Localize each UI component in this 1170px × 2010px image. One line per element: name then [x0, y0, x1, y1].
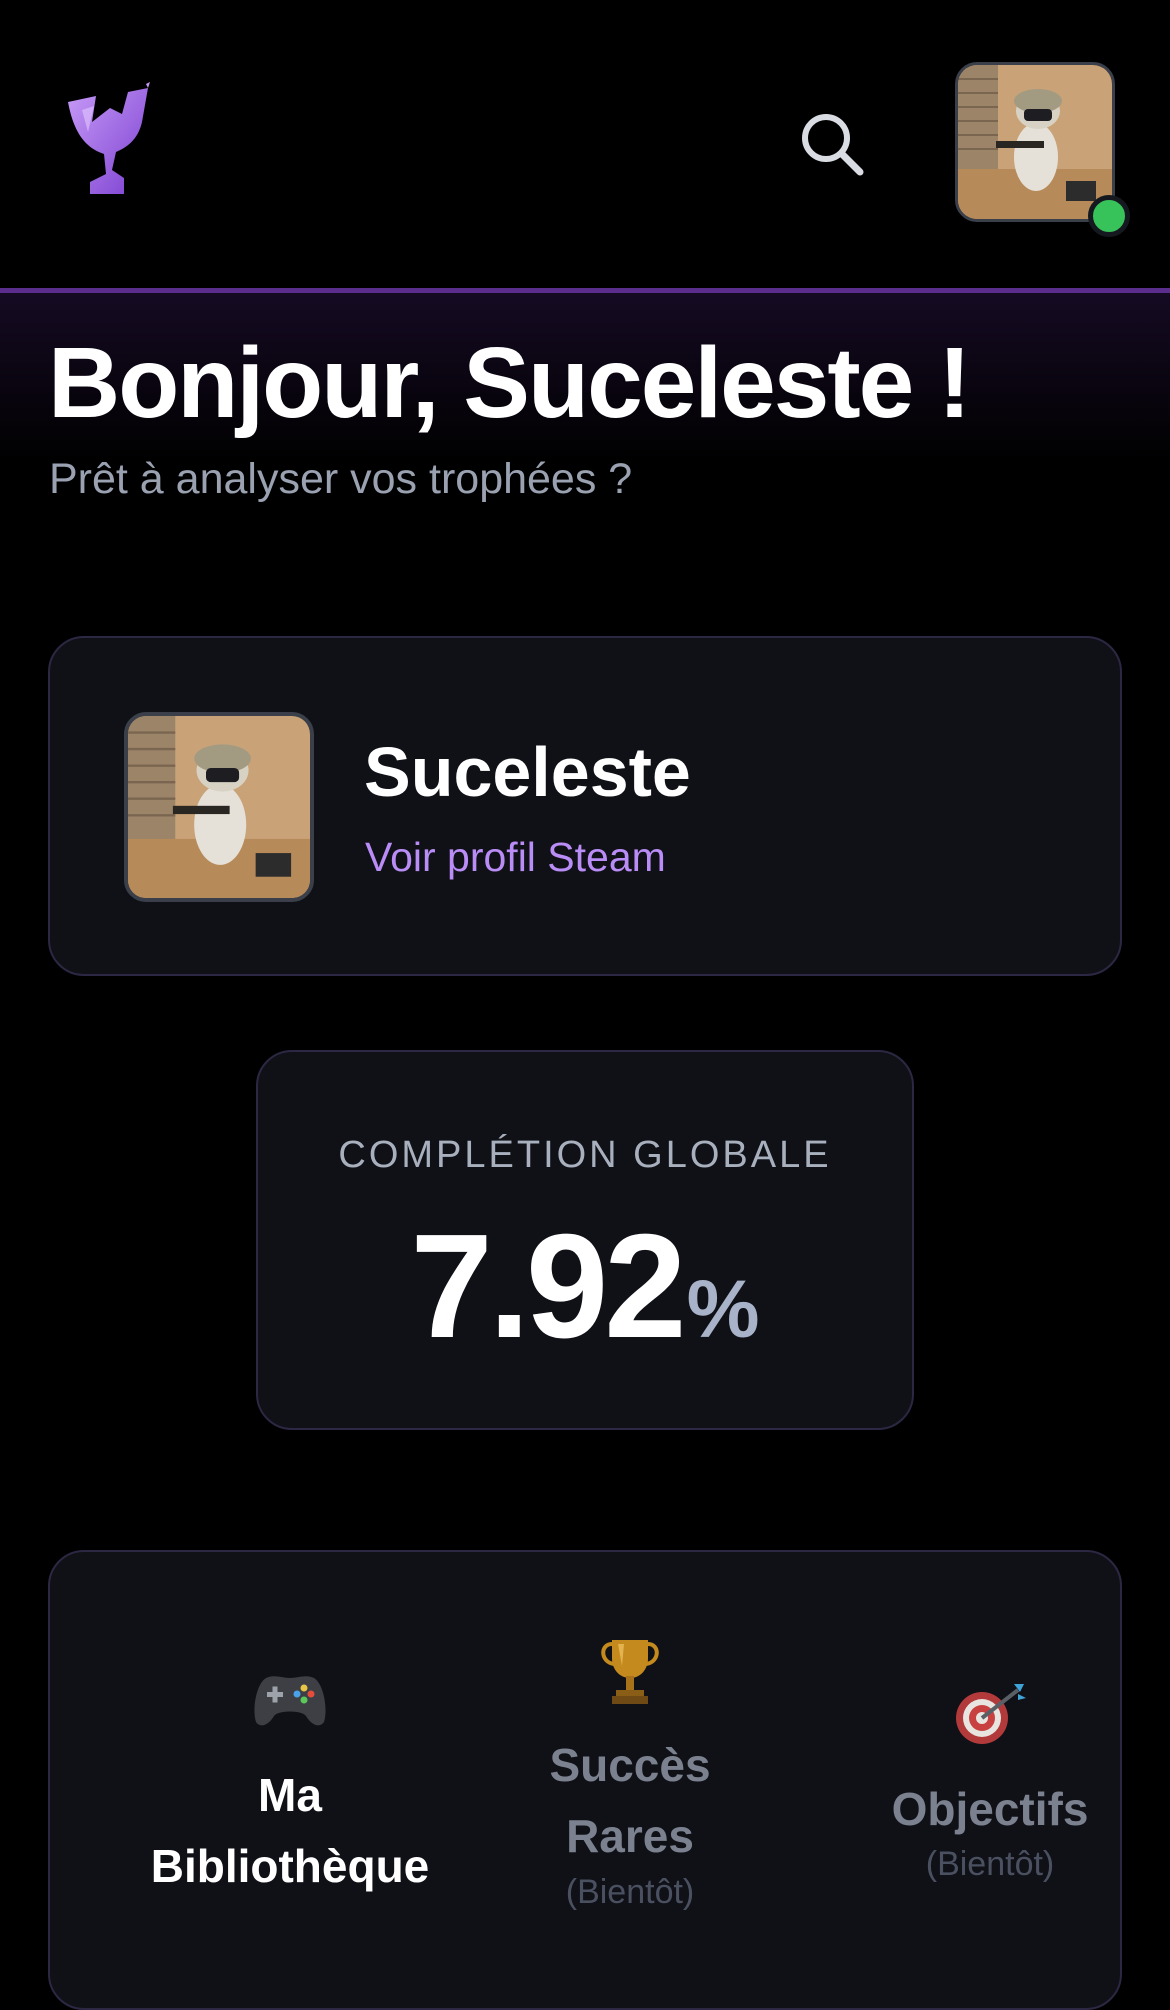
completion-label: COMPLÉTION GLOBALE: [338, 1134, 832, 1176]
trophy-icon: [601, 1640, 659, 1704]
online-status-indicator: [1088, 195, 1130, 237]
nav-rare-coming-soon: (Bientôt): [565, 1872, 695, 1911]
page-title: Bonjour, Suceleste !: [48, 327, 971, 439]
app-header: [0, 0, 1170, 288]
nav-library-label: Ma Bibliothèque: [110, 1760, 470, 1903]
nav-goals-coming-soon: (Bientôt): [925, 1845, 1055, 1884]
steam-profile-link[interactable]: Voir profil Steam: [365, 834, 666, 881]
nav-goals-label: Objectifs: [891, 1783, 1089, 1835]
profile-avatar: [124, 712, 314, 902]
nav-library[interactable]: Ma Bibliothèque: [110, 1670, 470, 1903]
trophy-logo-icon[interactable]: [62, 82, 156, 204]
search-icon: [802, 114, 864, 176]
nav-rare-label: Succès Rares: [500, 1730, 760, 1873]
completion-card: COMPLÉTION GLOBALE 7.92%: [256, 1050, 914, 1430]
completion-unit: %: [686, 1264, 760, 1355]
nav-rare-label-line2: Rares: [566, 1810, 694, 1863]
user-avatar-button[interactable]: [955, 62, 1130, 237]
completion-value: 7.92%: [258, 1202, 912, 1372]
search-button[interactable]: [796, 108, 868, 180]
gamepad-icon: [254, 1676, 326, 1726]
completion-number: 7.92: [410, 1204, 687, 1369]
nav-library-label-line2: Bibliothèque: [150, 1840, 430, 1893]
nav-rare-achievements[interactable]: Succès Rares (Bientôt): [500, 1636, 760, 1912]
nav-rare-label-line1: Succès: [549, 1739, 711, 1791]
target-icon: [956, 1684, 1026, 1744]
nav-goals[interactable]: Objectifs (Bientôt): [860, 1682, 1120, 1884]
nav-library-label-line1: Ma: [258, 1769, 322, 1821]
navigation-card: Ma Bibliothèque Succès Rares (Bientôt) O…: [48, 1550, 1122, 2010]
profile-card: Suceleste Voir profil Steam: [48, 636, 1122, 976]
page-subtitle: Prêt à analyser vos trophées ?: [49, 455, 633, 503]
profile-name: Suceleste: [364, 733, 691, 811]
user-avatar: [955, 62, 1115, 222]
